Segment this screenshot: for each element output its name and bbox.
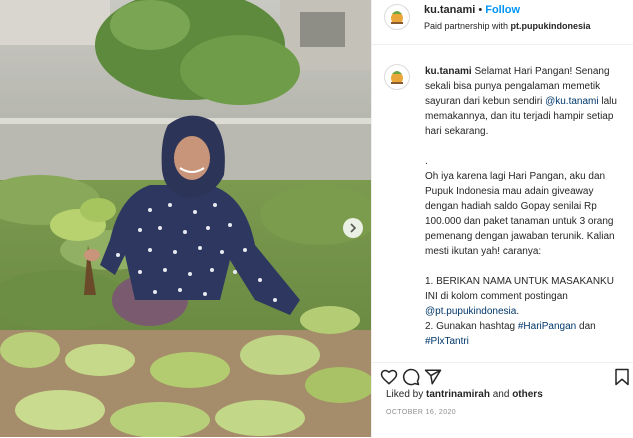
caption-username-link[interactable]: ku.tanami xyxy=(425,66,472,77)
caption-avatar[interactable] xyxy=(384,64,410,90)
like-button[interactable] xyxy=(380,368,400,388)
ku-tanami-logo-icon xyxy=(386,6,408,28)
mention-ku-tanami[interactable]: @ku.tanami xyxy=(545,96,599,107)
bookmark-icon xyxy=(615,368,629,386)
post-author: ku.tanami • Follow xyxy=(424,4,520,16)
post-photo[interactable] xyxy=(0,0,371,437)
liked-user-link[interactable]: tantrinamirah xyxy=(426,389,490,400)
hashtag-haripangan[interactable]: #HariPangan xyxy=(518,321,576,332)
next-arrow-button[interactable] xyxy=(343,218,363,238)
next-arrow-icon xyxy=(350,223,357,233)
photo-illustration xyxy=(0,0,371,437)
liked-others-link[interactable]: others xyxy=(512,389,543,400)
caption-area: ku.tanami Selamat Hari Pangan! Senang se… xyxy=(372,56,633,362)
comment-icon xyxy=(402,368,420,386)
post-date[interactable]: OCTOBER 16, 2020 xyxy=(386,409,456,416)
caption-step-2: 2. Gunakan hashtag #HariPangan dan #PlxT… xyxy=(425,319,625,349)
caption-paragraph-1: ku.tanami Selamat Hari Pangan! Senang se… xyxy=(425,64,625,139)
username-link[interactable]: ku.tanami xyxy=(424,4,475,16)
ku-tanami-logo-icon xyxy=(386,66,408,88)
post-header: ku.tanami • Follow Paid partnership with p… xyxy=(372,0,633,45)
caption-paragraph-2: Oh iya karena lagi Hari Pangan, aku dan … xyxy=(425,171,615,257)
mention-pt-pupukindonesia[interactable]: @pt.pupukindonesia xyxy=(425,306,516,317)
paid-partnership-label: Paid partnership with pt.pupukindonesia xyxy=(424,21,591,31)
share-button[interactable] xyxy=(424,368,444,388)
post-side-panel: ku.tanami • Follow Paid partnership with p… xyxy=(371,0,633,437)
caption-dot: . xyxy=(425,156,428,167)
like-heart-icon xyxy=(380,369,398,385)
step2-text: 2. Gunakan hashtag xyxy=(425,321,518,332)
step2-and: dan xyxy=(576,321,596,332)
liked-by-text: Liked by tantrinamirah and others xyxy=(386,389,543,400)
step1-tail: . xyxy=(516,306,520,317)
liked-suffix: and xyxy=(489,389,513,400)
avatar[interactable] xyxy=(384,4,410,30)
step1-text: 1. BERIKAN NAMA UNTUK MASAKANKU INI di k… xyxy=(425,276,614,302)
separator-dot: • xyxy=(478,4,483,16)
save-button[interactable] xyxy=(614,368,633,388)
post-actions: Liked by tantrinamirah and others OCTOBE… xyxy=(372,362,633,438)
share-icon xyxy=(424,369,442,385)
caption-text: ku.tanami Selamat Hari Pangan! Senang se… xyxy=(425,64,625,349)
partnership-prefix: Paid partnership with xyxy=(424,21,511,31)
partner-link[interactable]: pt.pupukindonesia xyxy=(511,21,591,31)
follow-button[interactable]: Follow xyxy=(485,4,520,16)
liked-prefix: Liked by xyxy=(386,389,427,400)
caption-step-1: 1. BERIKAN NAMA UNTUK MASAKANKU INI di k… xyxy=(425,274,625,319)
comment-button[interactable] xyxy=(402,368,422,388)
hashtag-plxtantri[interactable]: #PlxTantri xyxy=(425,336,469,347)
